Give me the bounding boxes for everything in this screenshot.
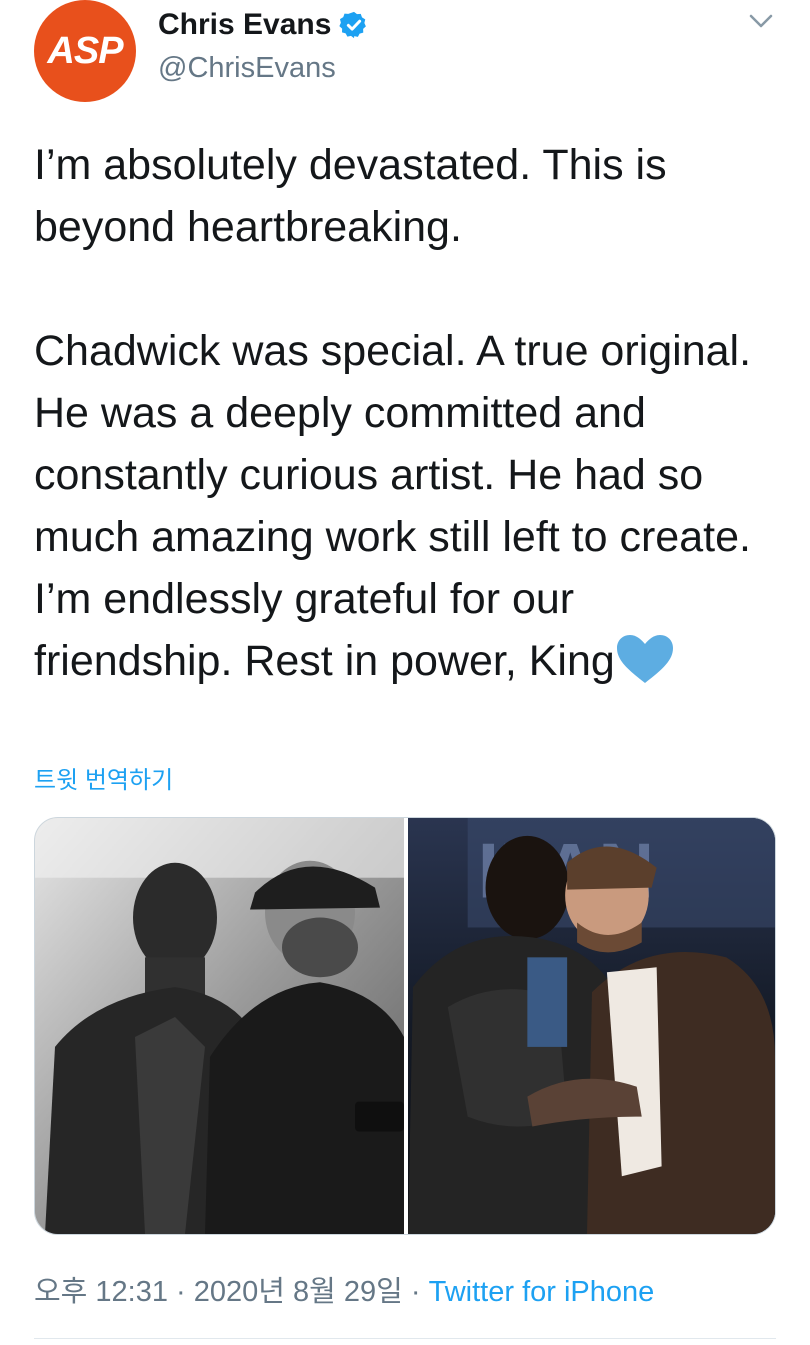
display-name[interactable]: Chris Evans (158, 8, 331, 42)
tweet-text: I’m absolutely devastated. This is beyon… (34, 134, 774, 692)
translate-tweet-link[interactable]: 트윗 번역하기 (34, 760, 173, 795)
bw-photo-image (35, 818, 404, 1234)
media-grid[interactable]: IIIAN (34, 817, 776, 1235)
meta-separator: · (402, 1276, 429, 1308)
tweet-body: I’m absolutely devastated. This is beyon… (34, 141, 752, 685)
chevron-down-icon[interactable] (745, 10, 777, 34)
blue-heart-icon (616, 635, 673, 683)
handle[interactable]: @ChrisEvans (158, 52, 336, 85)
photo-embrace-stage[interactable]: IIIAN (408, 818, 775, 1234)
photo-bw-duo[interactable] (35, 818, 404, 1234)
tweet-date[interactable]: 2020년 8월 29일 (194, 1276, 403, 1308)
tweet-source[interactable]: Twitter for iPhone (429, 1276, 655, 1308)
divider (34, 1338, 776, 1339)
color-photo-image: IIIAN (408, 818, 775, 1234)
tweet-meta: 오후 12:31 · 2020년 8월 29일 · Twitter for iP… (34, 1268, 654, 1310)
avatar-logo-text: ASP (47, 29, 123, 72)
tweet-time[interactable]: 오후 12:31 (34, 1276, 168, 1308)
verified-badge-icon (339, 11, 367, 39)
meta-separator: · (168, 1276, 194, 1308)
tweet: ASP Chris Evans @ChrisEvans I’m absolute… (0, 0, 810, 1345)
avatar[interactable]: ASP (34, 0, 136, 102)
author-name-row[interactable]: Chris Evans (158, 8, 369, 42)
